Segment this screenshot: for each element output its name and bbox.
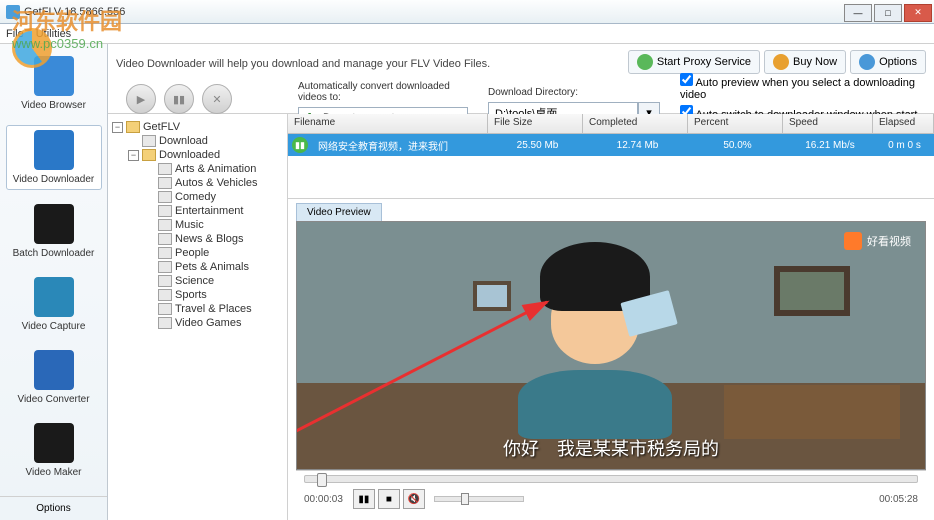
folder-icon [158,289,172,301]
folder-tree: −GetFLV Download −Downloaded Arts & Anim… [108,114,288,520]
watermark-logo [12,28,52,68]
th-filename[interactable]: Filename [288,114,488,133]
tree-category[interactable]: Music [144,218,283,232]
start-proxy-button[interactable]: Start Proxy Service [628,50,760,74]
downloads-table: Filename File Size Completed Percent Spe… [288,114,934,199]
pause-button[interactable]: ▮▮ [353,489,375,509]
folder-icon [158,205,172,217]
convert-label: Automatically convert downloaded videos … [298,81,468,103]
sidebar-item-video-converter[interactable]: Video Converter [6,346,102,409]
tree-category[interactable]: Arts & Animation [144,162,283,176]
th-speed[interactable]: Speed [783,114,873,133]
folder-icon [158,219,172,231]
th-elapsed[interactable]: Elapsed [873,114,934,133]
sidebar: Video BrowserVideo DownloaderBatch Downl… [0,44,108,520]
sidebar-item-video-maker[interactable]: Video Maker [6,419,102,482]
th-completed[interactable]: Completed [583,114,688,133]
volume-slider[interactable] [434,496,524,502]
video-watermark: 好看视频 [844,232,911,250]
tree-category[interactable]: People [144,246,283,260]
tree-category[interactable]: Autos & Vehicles [144,176,283,190]
folder-icon [158,317,172,329]
folder-icon [158,177,172,189]
sidebar-item-video-capture[interactable]: Video Capture [6,273,102,336]
folder-icon [158,275,172,287]
sidebar-icon [34,277,74,317]
titlebar: GetFLV 18.5866.556 — □ ✕ [0,0,934,24]
cart-icon [773,54,789,70]
sidebar-icon [34,350,74,390]
window-title: GetFLV 18.5866.556 [24,6,125,18]
directory-label: Download Directory: [488,87,660,98]
folder-icon [158,261,172,273]
minimize-button[interactable]: — [844,4,872,22]
tree-category[interactable]: Travel & Places [144,302,283,316]
tree-category[interactable]: News & Blogs [144,232,283,246]
play-icon [637,54,653,70]
stop-play-button[interactable]: ■ [378,489,400,509]
folder-icon [158,191,172,203]
th-filesize[interactable]: File Size [488,114,583,133]
table-row[interactable]: ▮▮ 网络安全教育视频，进来我们 25.50 Mb 12.74 Mb 50.0%… [288,134,934,156]
video-preview-tab[interactable]: Video Preview [296,203,382,221]
sidebar-icon [34,130,74,170]
video-subtitle: 你好 我是某某市税务局的 [297,435,925,461]
folder-icon [158,247,172,259]
maximize-button[interactable]: □ [874,4,902,22]
toolbar-description: Video Downloader will help you download … [116,54,624,70]
mute-button[interactable]: 🔇 [403,489,425,509]
gear-icon [859,54,875,70]
buy-now-button[interactable]: Buy Now [764,50,846,74]
tree-download[interactable]: Download [128,134,283,148]
tree-category[interactable]: Pets & Animals [144,260,283,274]
duration-time: 00:05:28 [879,494,918,505]
video-preview[interactable]: 好看视频 你好 我是某某市税务局的 [296,221,926,470]
app-icon [6,5,20,19]
tree-downloaded[interactable]: −Downloaded [128,148,283,162]
sidebar-icon [34,204,74,244]
tree-category[interactable]: Science [144,274,283,288]
options-button[interactable]: Options [850,50,926,74]
tree-category[interactable]: Comedy [144,190,283,204]
folder-icon [158,233,172,245]
auto-preview-checkbox[interactable]: Auto preview when you select a downloadi… [680,73,918,101]
tree-category[interactable]: Video Games [144,316,283,330]
tree-category[interactable]: Entertainment [144,204,283,218]
player-controls: 00:00:03 ▮▮ ■ 🔇 00:05:28 [296,470,926,516]
sidebar-item-batch-downloader[interactable]: Batch Downloader [6,200,102,263]
folder-icon [158,163,172,175]
seek-slider[interactable] [304,475,918,483]
th-percent[interactable]: Percent [688,114,783,133]
toolbar: Video Downloader will help you download … [108,44,934,114]
close-button[interactable]: ✕ [904,4,932,22]
sidebar-options[interactable]: Options [0,496,107,520]
tree-category[interactable]: Sports [144,288,283,302]
tree-root[interactable]: −GetFLV [112,120,283,134]
pause-icon: ▮▮ [292,137,308,153]
current-time: 00:00:03 [304,494,343,505]
folder-icon [158,303,172,315]
sidebar-icon [34,423,74,463]
menubar: File Utilities [0,24,934,44]
sidebar-item-video-downloader[interactable]: Video Downloader [6,125,102,190]
